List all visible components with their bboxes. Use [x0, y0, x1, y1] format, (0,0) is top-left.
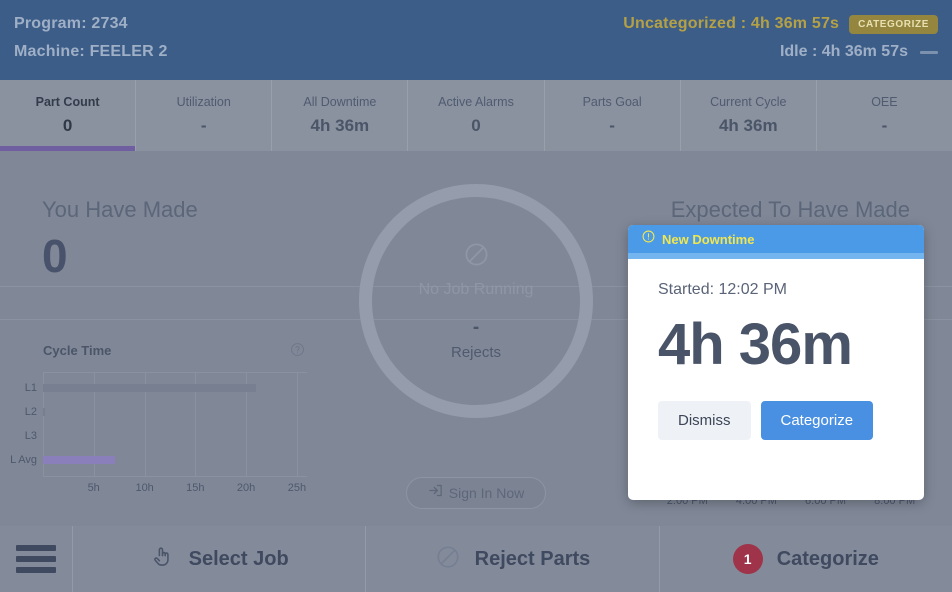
downtime-dashboard: Program: 2734 Machine: FEELER 2 Uncatego… — [0, 0, 952, 592]
kpi-tab-oee[interactable]: OEE - — [817, 80, 952, 151]
sign-in-now-button[interactable]: Sign In Now — [406, 477, 546, 509]
kpi-value: 4h 36m — [719, 116, 778, 136]
idle-row: Idle : 4h 36m 57s — [623, 38, 938, 66]
cycle-time-bar-lavg — [43, 456, 115, 464]
donut-center: No Job Running - Rejects — [372, 197, 580, 405]
help-circle-icon[interactable] — [290, 342, 305, 362]
cycle-time-ytick: L2 — [25, 406, 37, 418]
kpi-tab-current-cycle[interactable]: Current Cycle 4h 36m — [681, 80, 817, 151]
cycle-time-bar-l1 — [43, 384, 256, 392]
dialog-categorize-button[interactable]: Categorize — [761, 401, 874, 440]
production-donut: No Job Running - Rejects — [359, 184, 593, 418]
kpi-label: Active Alarms — [438, 95, 514, 109]
reject-parts-button[interactable]: Reject Parts — [366, 526, 659, 592]
machine-label: Machine: FEELER 2 — [14, 38, 168, 66]
kpi-label: Current Cycle — [710, 95, 786, 109]
kpi-tab-active-alarms[interactable]: Active Alarms 0 — [408, 80, 544, 151]
no-entry-icon — [435, 544, 461, 575]
dialog-duration: 4h 36m — [658, 313, 894, 377]
no-job-running-text: No Job Running — [419, 281, 534, 299]
cycle-time-xtick: 25h — [288, 482, 306, 494]
pointing-hand-icon — [150, 544, 175, 574]
kpi-value: - — [882, 116, 888, 136]
cycle-time-xtick: 5h — [88, 482, 100, 494]
header-machine-info: Program: 2734 Machine: FEELER 2 — [14, 10, 168, 66]
dialog-started-label: Started: 12:02 PM — [658, 281, 894, 299]
header-categorize-button[interactable]: CATEGORIZE — [849, 15, 938, 34]
uncategorized-row: Uncategorized : 4h 36m 57s CATEGORIZE — [623, 10, 938, 38]
uncategorized-time: Uncategorized : 4h 36m 57s — [623, 15, 839, 33]
kpi-value: - — [609, 116, 615, 136]
program-label: Program: 2734 — [14, 10, 168, 38]
app-header: Program: 2734 Machine: FEELER 2 Uncatego… — [0, 0, 952, 80]
cycle-time-ytick: L1 — [25, 382, 37, 394]
no-entry-icon — [463, 241, 490, 273]
kpi-tab-utilization[interactable]: Utilization - — [136, 80, 272, 151]
kpi-tab-all-downtime[interactable]: All Downtime 4h 36m — [272, 80, 408, 151]
you-have-made-title: You Have Made — [42, 195, 198, 225]
rejects-label: Rejects — [451, 344, 501, 361]
kpi-value: 0 — [63, 116, 72, 136]
plot-top-border — [43, 372, 307, 373]
kpi-tab-part-count[interactable]: Part Count 0 — [0, 80, 136, 151]
categorize-count-badge: 1 — [733, 544, 763, 574]
cycle-time-plot-area: L1 L2 L3 L Avg 5h 10h 15h 20h 25h — [43, 372, 307, 477]
reject-parts-label: Reject Parts — [475, 548, 591, 571]
select-job-label: Select Job — [189, 548, 289, 571]
kpi-label: Part Count — [36, 95, 100, 109]
kpi-label: OEE — [871, 95, 897, 109]
dialog-dismiss-button[interactable]: Dismiss — [658, 401, 751, 440]
sign-in-icon — [428, 483, 443, 503]
kpi-label: Utilization — [177, 95, 231, 109]
kpi-value: - — [201, 116, 207, 136]
minus-icon[interactable] — [920, 51, 938, 54]
categorize-label: Categorize — [777, 548, 879, 571]
menu-button[interactable] — [0, 526, 73, 592]
you-have-made-block: You Have Made 0 — [42, 195, 198, 283]
cycle-time-bar-l2 — [43, 408, 45, 416]
kpi-value: 4h 36m — [311, 116, 370, 136]
cycle-time-chart: Cycle Time L1 L2 L3 L A — [0, 325, 330, 520]
sign-in-label: Sign In Now — [449, 485, 524, 501]
expected-title: Expected To Have Made — [671, 195, 910, 225]
cycle-time-ytick: L3 — [25, 430, 37, 442]
header-status-info: Uncategorized : 4h 36m 57s CATEGORIZE Id… — [623, 10, 938, 66]
cycle-time-ytick: L Avg — [10, 454, 37, 466]
new-downtime-dialog: New Downtime Started: 12:02 PM 4h 36m Di… — [628, 225, 924, 500]
dialog-body: Started: 12:02 PM 4h 36m Dismiss Categor… — [628, 259, 924, 440]
cycle-time-xtick: 10h — [135, 482, 153, 494]
expected-to-have-made-block: Expected To Have Made — [671, 195, 910, 225]
dialog-header: New Downtime — [628, 225, 924, 253]
rejects-value: - — [473, 319, 479, 337]
cycle-time-chart-title: Cycle Time — [43, 343, 111, 358]
cycle-time-xtick: 20h — [237, 482, 255, 494]
you-have-made-value: 0 — [42, 229, 198, 283]
dialog-actions: Dismiss Categorize — [658, 401, 894, 440]
idle-time: Idle : 4h 36m 57s — [780, 43, 908, 61]
plot-bottom-border — [43, 476, 307, 477]
kpi-label: All Downtime — [303, 95, 376, 109]
categorize-button[interactable]: 1 Categorize — [660, 526, 952, 592]
gridline — [297, 372, 298, 477]
hamburger-menu-icon — [16, 540, 56, 578]
kpi-label: Parts Goal — [583, 95, 642, 109]
exclamation-circle-icon — [642, 230, 655, 248]
select-job-button[interactable]: Select Job — [73, 526, 366, 592]
kpi-value: 0 — [471, 116, 480, 136]
kpi-bar: Part Count 0 Utilization - All Downtime … — [0, 80, 952, 151]
cycle-time-xtick: 15h — [186, 482, 204, 494]
kpi-tab-parts-goal[interactable]: Parts Goal - — [545, 80, 681, 151]
bottom-toolbar: Select Job Reject Parts 1 Categorize — [0, 526, 952, 592]
dialog-title: New Downtime — [662, 232, 754, 247]
